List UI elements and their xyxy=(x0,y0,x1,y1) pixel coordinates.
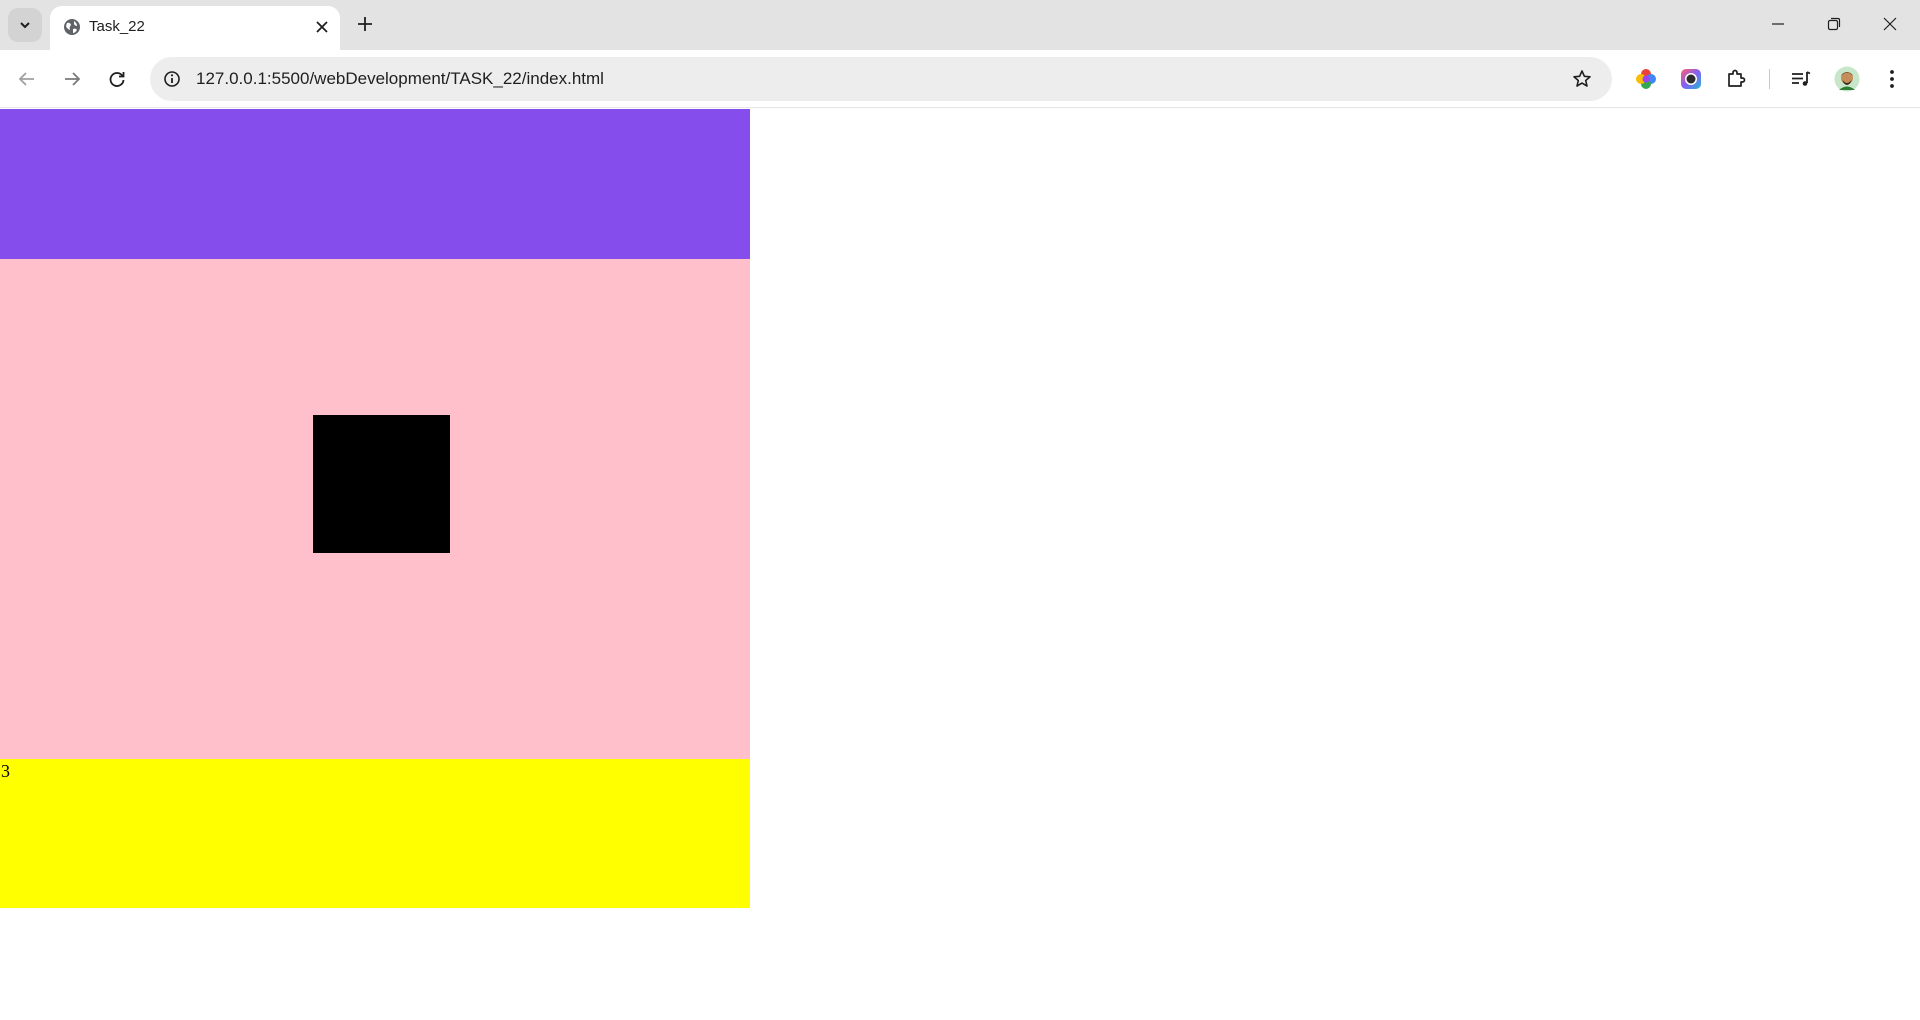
info-icon xyxy=(164,71,180,87)
camera-extension-icon xyxy=(1681,69,1701,89)
tab-search-button[interactable] xyxy=(8,8,42,42)
address-bar[interactable]: 127.0.0.1:5500/webDevelopment/TASK_22/in… xyxy=(150,57,1612,101)
black-inner-box xyxy=(313,415,450,553)
plus-icon xyxy=(358,17,372,31)
arrow-left-icon xyxy=(18,72,34,86)
page-viewport: 3 xyxy=(0,109,1920,1020)
forward-button[interactable] xyxy=(55,62,89,96)
profile-button[interactable] xyxy=(1830,62,1864,96)
chevron-down-icon xyxy=(20,22,30,29)
close-icon xyxy=(1883,17,1897,31)
tab-close-button[interactable] xyxy=(311,16,333,38)
purple-box xyxy=(0,109,750,259)
site-info-button[interactable] xyxy=(160,67,184,91)
media-controls-icon xyxy=(1792,71,1811,86)
globe-icon xyxy=(64,19,80,35)
bookmark-button[interactable] xyxy=(1570,67,1594,91)
close-icon xyxy=(316,21,328,33)
avatar xyxy=(1834,66,1860,92)
arrow-right-icon xyxy=(65,72,81,86)
browser-toolbar: 127.0.0.1:5500/webDevelopment/TASK_22/in… xyxy=(0,50,1920,108)
extensions-button[interactable] xyxy=(1719,62,1753,96)
minimize-icon xyxy=(1772,23,1784,25)
back-button[interactable] xyxy=(10,62,44,96)
camera-extension-button[interactable] xyxy=(1674,62,1708,96)
color-wheel-extension-button[interactable] xyxy=(1629,62,1663,96)
reload-button[interactable] xyxy=(100,62,134,96)
restore-button[interactable] xyxy=(1806,0,1862,48)
more-vertical-icon xyxy=(1890,70,1894,88)
restore-icon xyxy=(1827,17,1841,31)
yellow-box: 3 xyxy=(0,759,750,908)
color-wheel-extension-icon xyxy=(1636,69,1656,89)
media-controls-button[interactable] xyxy=(1784,62,1818,96)
toolbar-divider xyxy=(1769,69,1770,89)
yellow-box-text: 3 xyxy=(1,761,10,781)
star-icon xyxy=(1573,70,1591,87)
new-tab-button[interactable] xyxy=(350,9,380,39)
active-tab[interactable]: Task_22 xyxy=(50,6,340,50)
tab-title: Task_22 xyxy=(89,18,145,35)
browser-menu-button[interactable] xyxy=(1875,62,1909,96)
puzzle-extensions-icon xyxy=(1728,69,1746,87)
reload-icon xyxy=(109,72,125,87)
minimize-button[interactable] xyxy=(1750,0,1806,48)
url-text[interactable]: 127.0.0.1:5500/webDevelopment/TASK_22/in… xyxy=(196,69,604,89)
pink-box xyxy=(0,259,750,759)
close-window-button[interactable] xyxy=(1862,0,1918,48)
tab-strip: Task_22 xyxy=(0,0,1920,50)
